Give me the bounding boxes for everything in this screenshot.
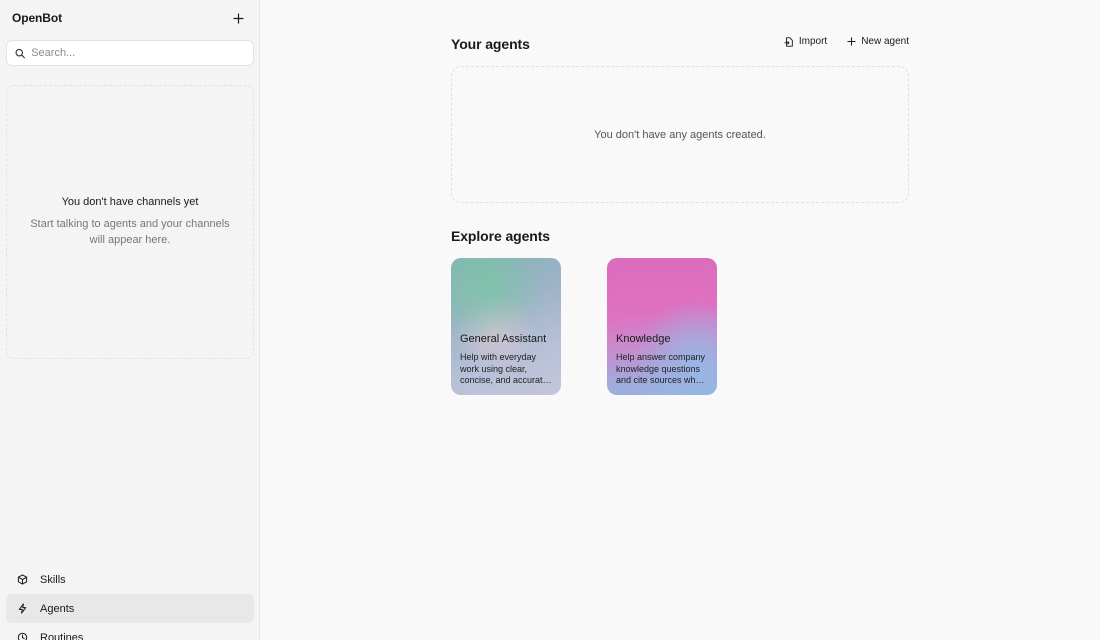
sidebar-item-routines[interactable]: Routines <box>6 623 254 640</box>
explore-agents-title: Explore agents <box>451 228 550 244</box>
import-label: Import <box>798 36 828 47</box>
empty-agents-panel: You don't have any agents created. <box>451 66 909 203</box>
plus-icon <box>847 37 856 46</box>
sidebar-item-skills[interactable]: Skills <box>6 565 254 594</box>
search-input[interactable] <box>31 47 245 59</box>
sidebar-item-label: Agents <box>40 602 75 615</box>
explore-agents-cards: General Assistant Help with everyday wor… <box>451 258 717 395</box>
clock-icon <box>16 632 28 640</box>
new-channel-button[interactable] <box>229 9 247 27</box>
main-content: Your agents Import New agent You don't h… <box>260 0 1100 640</box>
agent-card-title: General Assistant <box>460 333 547 345</box>
sidebar-item-agents[interactable]: Agents <box>6 594 254 623</box>
sidebar-header: OpenBot <box>0 0 259 36</box>
import-button[interactable]: Import <box>784 36 827 47</box>
sidebar-nav: Skills Agents Routines <box>6 565 254 640</box>
empty-channels-panel: You don't have channels yet Start talkin… <box>6 85 254 359</box>
agent-card-title: Knowledge <box>616 333 671 345</box>
sidebar: OpenBot You don't have channels yet Star… <box>0 0 260 640</box>
agent-card-knowledge[interactable]: Knowledge Help answer company knowledge … <box>607 258 717 395</box>
bolt-icon <box>16 603 28 615</box>
search-box[interactable] <box>6 40 254 66</box>
sidebar-item-label: Skills <box>40 573 66 586</box>
cube-icon <box>16 574 28 586</box>
agent-card-general-assistant[interactable]: General Assistant Help with everyday wor… <box>451 258 561 395</box>
empty-channels-title: You don't have channels yet <box>61 196 199 208</box>
empty-channels-subtitle: Start talking to agents and your channel… <box>30 218 230 246</box>
your-agents-title: Your agents <box>451 36 530 52</box>
agent-card-description: Help with everyday work using clear, con… <box>460 352 552 385</box>
search-icon <box>15 48 25 58</box>
plus-icon <box>232 12 244 24</box>
sidebar-item-label: Routines <box>40 631 84 640</box>
new-agent-label: New agent <box>861 36 909 47</box>
agent-actions: Import New agent <box>784 36 909 47</box>
app-window: OpenBot You don't have channels yet Star… <box>0 0 1100 640</box>
empty-agents-text: You don't have any agents created. <box>594 128 766 141</box>
import-icon <box>784 36 793 47</box>
app-title: OpenBot <box>12 11 62 25</box>
agent-card-description: Help answer company knowledge questions … <box>616 352 706 385</box>
new-agent-button[interactable]: New agent <box>847 36 909 47</box>
